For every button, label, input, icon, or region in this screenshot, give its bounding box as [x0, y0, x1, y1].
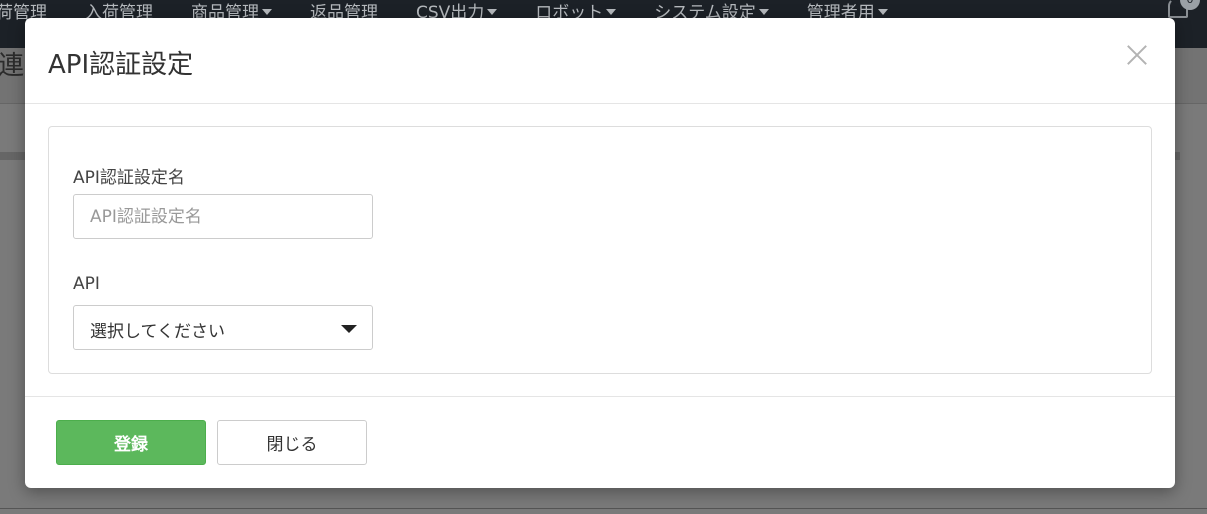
- modal-title: API認証設定: [48, 50, 194, 80]
- api-select-value: 選択してください: [90, 322, 225, 342]
- page-bottom-divider: [0, 508, 1207, 509]
- chevron-down-icon: [262, 9, 272, 15]
- chevron-down-icon: [487, 9, 498, 15]
- form-panel: API認証設定名 API 選択してください: [48, 126, 1152, 374]
- page-title: 連: [0, 51, 25, 81]
- register-button[interactable]: 登録: [56, 420, 206, 465]
- notifications[interactable]: 0: [1168, 0, 1200, 18]
- close-button[interactable]: 閉じる: [217, 420, 367, 465]
- api-select[interactable]: 選択してください: [73, 305, 373, 350]
- api-label: API: [73, 274, 100, 294]
- auth-name-label: API認証設定名: [73, 168, 185, 188]
- modal-footer: 登録 閉じる: [25, 396, 1175, 489]
- chevron-down-icon: [758, 9, 769, 15]
- close-icon[interactable]: [1125, 42, 1149, 66]
- modal-header: API認証設定: [25, 18, 1175, 104]
- api-auth-settings-modal: API認証設定 API認証設定名 API 選択してください 登録 閉じる: [25, 18, 1175, 488]
- chevron-down-icon: [606, 9, 617, 15]
- chevron-down-icon: [877, 9, 888, 15]
- chevron-down-icon: [341, 325, 357, 333]
- auth-name-input[interactable]: [73, 194, 373, 239]
